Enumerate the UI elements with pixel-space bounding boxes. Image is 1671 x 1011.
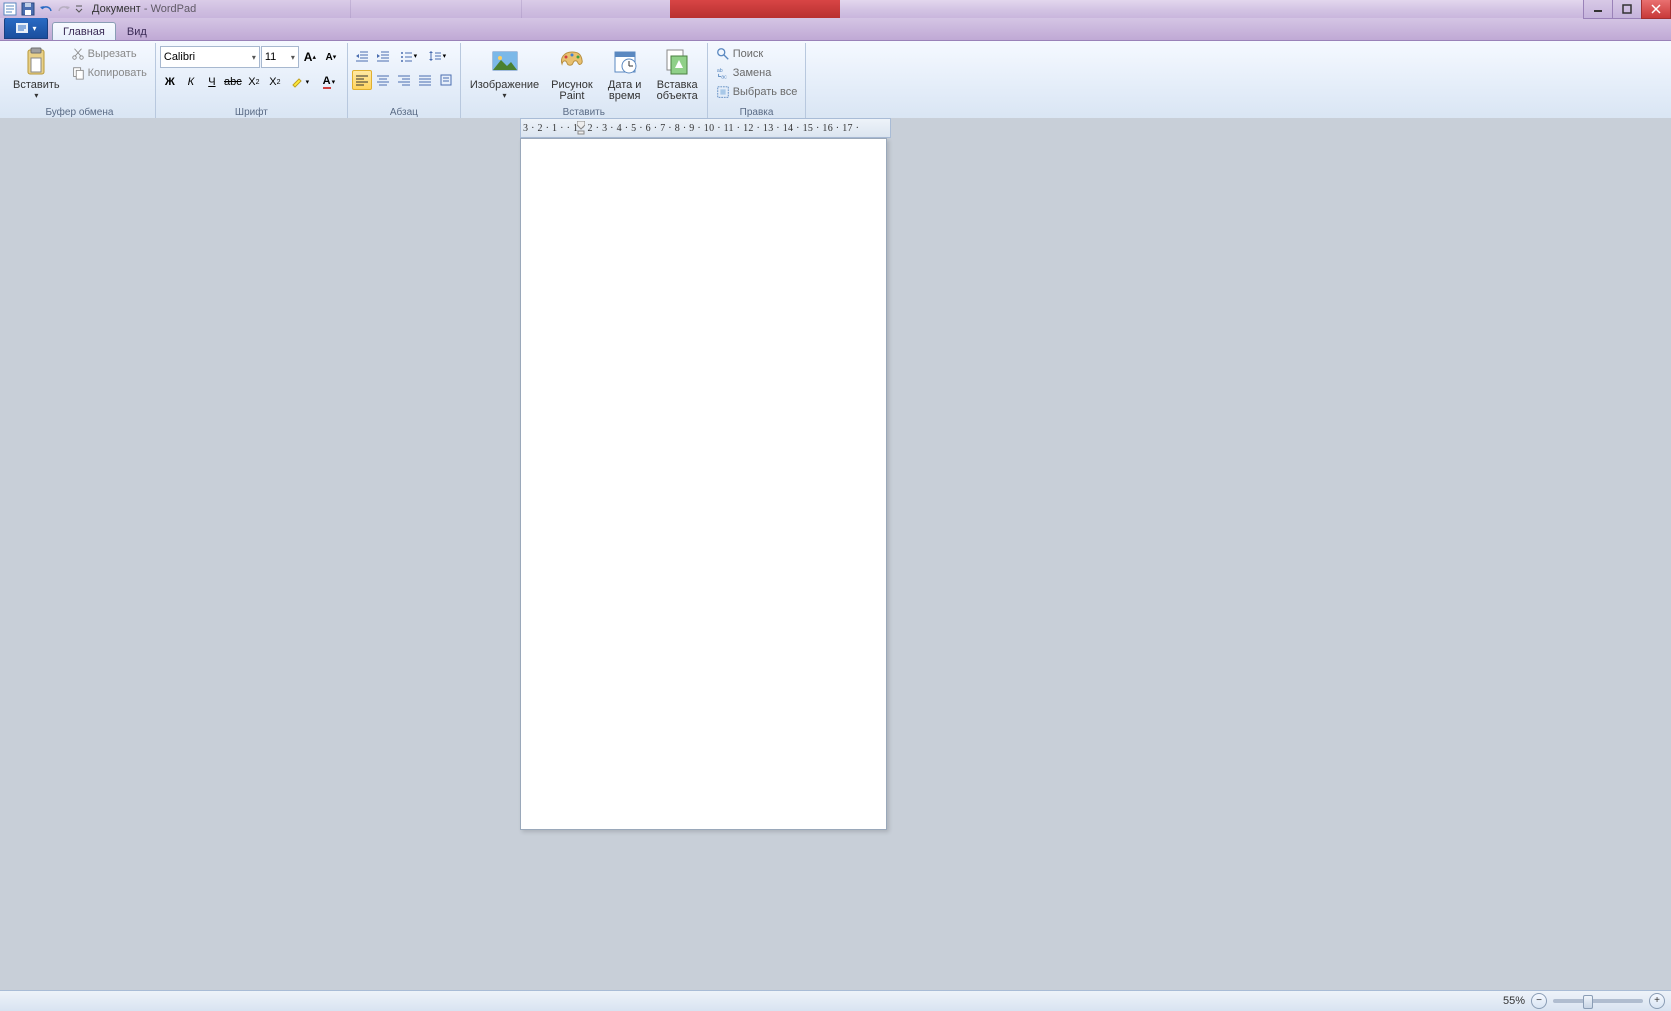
chevron-down-icon: ▾ [291,53,295,62]
qat-customize-icon[interactable] [74,1,84,17]
paragraph-dialog-button[interactable] [436,70,456,90]
status-bar: 55% − + [0,990,1671,1011]
close-button[interactable] [1641,0,1671,19]
zoom-out-button[interactable]: − [1531,993,1547,1009]
zoom-in-button[interactable]: + [1649,993,1665,1009]
wordpad-icon[interactable] [2,1,18,17]
find-button[interactable]: Поиск [712,45,802,63]
undo-icon[interactable] [38,1,54,17]
replace-button[interactable]: abac Замена [712,64,802,82]
ribbon-tabs: Главная Вид [0,18,1671,41]
cut-button[interactable]: Вырезать [67,45,151,63]
line-spacing-button[interactable]: ▾ [423,46,451,66]
svg-text:ab: ab [717,68,723,74]
strikethrough-button[interactable]: abc [223,72,243,92]
align-left-button[interactable] [352,70,372,90]
font-color-button[interactable]: A▾ [315,72,343,92]
zoom-slider-thumb[interactable] [1583,995,1593,1009]
document-area: 3 · 2 · 1 · · 1 · 2 · 3 · 4 · 5 · 6 · 7 … [0,118,1671,991]
align-right-button[interactable] [394,70,414,90]
chevron-down-icon: ▾ [503,91,507,100]
subscript-button[interactable]: X2 [244,72,264,92]
minimize-button[interactable] [1583,0,1613,19]
bullet-list-button[interactable]: ▾ [394,46,422,66]
font-family-combo[interactable]: Calibri▾ [160,46,260,68]
select-all-button[interactable]: Выбрать все [712,83,802,101]
underline-button[interactable]: Ч [202,72,222,92]
increase-indent-button[interactable] [373,46,393,66]
redo-icon[interactable] [56,1,72,17]
title-bar: Документ - WordPad [0,0,1671,18]
insert-object-button[interactable]: Вставкаобъекта [652,43,703,105]
align-center-button[interactable] [373,70,393,90]
font-size-combo[interactable]: 11▾ [261,46,299,68]
indent-marker-icon[interactable] [577,121,585,135]
align-justify-button[interactable] [415,70,435,90]
maximize-button[interactable] [1612,0,1642,19]
decrease-indent-button[interactable] [352,46,372,66]
shrink-font-button[interactable]: A▾ [321,47,341,67]
background-red-tab [670,0,840,18]
file-menu-button[interactable] [4,17,48,39]
insert-datetime-button[interactable]: Дата ивремя [600,43,650,105]
grow-font-button[interactable]: A▴ [300,47,320,67]
tab-view[interactable]: Вид [116,22,158,40]
tab-home[interactable]: Главная [52,22,116,40]
copy-button[interactable]: Копировать [67,64,151,82]
chevron-down-icon: ▾ [34,91,38,100]
paste-button[interactable]: Вставить ▾ [8,43,65,103]
superscript-button[interactable]: X2 [265,72,285,92]
bold-button[interactable]: Ж [160,72,180,92]
svg-text:ac: ac [721,74,727,80]
background-browser-tabs [140,0,678,18]
italic-button[interactable]: К [181,72,201,92]
zoom-slider[interactable] [1553,999,1643,1003]
chevron-down-icon: ▾ [252,53,256,62]
insert-paint-button[interactable]: РисунокPaint [546,43,598,105]
save-icon[interactable] [20,1,36,17]
ribbon: Вставить ▾ Вырезать Копировать Буфер обм… [0,41,1671,120]
highlight-button[interactable]: ▾ [286,72,314,92]
horizontal-ruler[interactable]: 3 · 2 · 1 · · 1 · 2 · 3 · 4 · 5 · 6 · 7 … [520,118,891,138]
zoom-percent: 55% [1503,995,1525,1007]
insert-image-button[interactable]: Изображение ▾ [465,43,544,103]
document-page[interactable] [520,138,887,830]
